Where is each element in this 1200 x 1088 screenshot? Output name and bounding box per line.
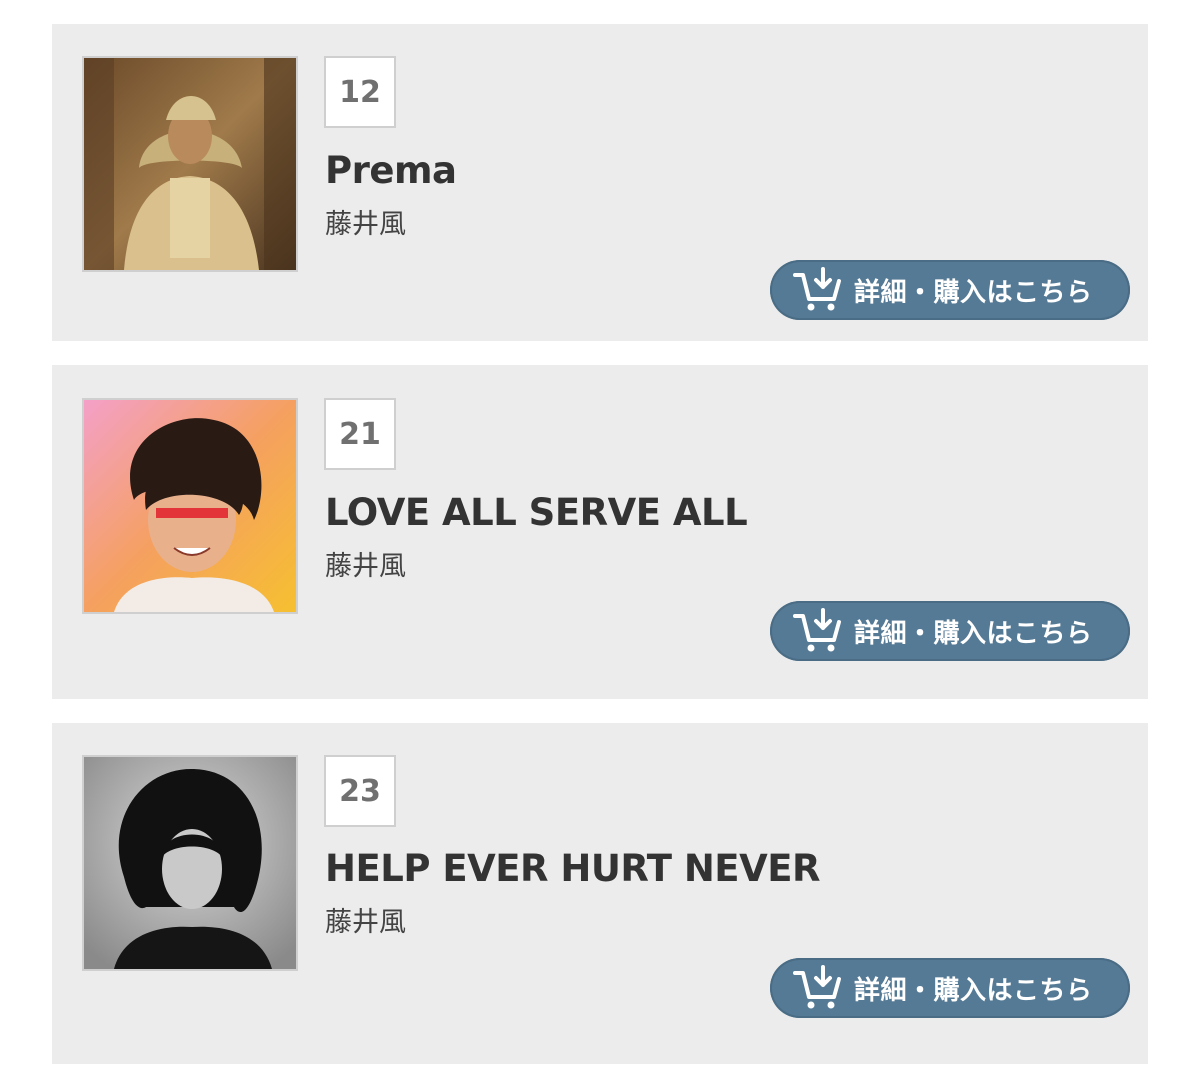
- artist-name: 藤井風: [325, 551, 406, 582]
- cart-download-icon: [792, 965, 846, 1011]
- rank-badge: 12: [324, 56, 396, 128]
- ranking-item: 12 Prema 藤井風 詳細・購入はこちら: [52, 24, 1148, 341]
- ranking-list: 12 Prema 藤井風 詳細・購入はこちら 21 LOVE ALL SERVE…: [0, 0, 1200, 1088]
- artist-name: 藤井風: [325, 907, 406, 938]
- album-title[interactable]: HELP EVER HURT NEVER: [325, 850, 820, 887]
- cart-download-icon: [792, 267, 846, 313]
- details-purchase-button[interactable]: 詳細・購入はこちら: [770, 958, 1130, 1018]
- album-cover-help-ever-hurt-never[interactable]: [82, 755, 298, 971]
- rank-badge: 21: [324, 398, 396, 470]
- artist-name: 藤井風: [325, 209, 406, 240]
- rank-badge: 23: [324, 755, 396, 827]
- button-label: 詳細・購入はこちら: [854, 618, 1093, 649]
- details-purchase-button[interactable]: 詳細・購入はこちら: [770, 260, 1130, 320]
- album-cover-love-all-serve-all[interactable]: [82, 398, 298, 614]
- album-title[interactable]: LOVE ALL SERVE ALL: [325, 494, 748, 531]
- album-cover-prema[interactable]: [82, 56, 298, 272]
- button-label: 詳細・購入はこちら: [854, 975, 1093, 1006]
- button-label: 詳細・購入はこちら: [854, 277, 1093, 308]
- ranking-item: 21 LOVE ALL SERVE ALL 藤井風 詳細・購入はこちら: [52, 365, 1148, 699]
- cart-download-icon: [792, 608, 846, 654]
- album-title[interactable]: Prema: [325, 152, 457, 189]
- album-cover-image: [84, 400, 296, 612]
- ranking-item: 23 HELP EVER HURT NEVER 藤井風 詳細・購入はこちら: [52, 723, 1148, 1064]
- album-cover-image: [84, 58, 296, 270]
- details-purchase-button[interactable]: 詳細・購入はこちら: [770, 601, 1130, 661]
- album-cover-image: [84, 757, 296, 969]
